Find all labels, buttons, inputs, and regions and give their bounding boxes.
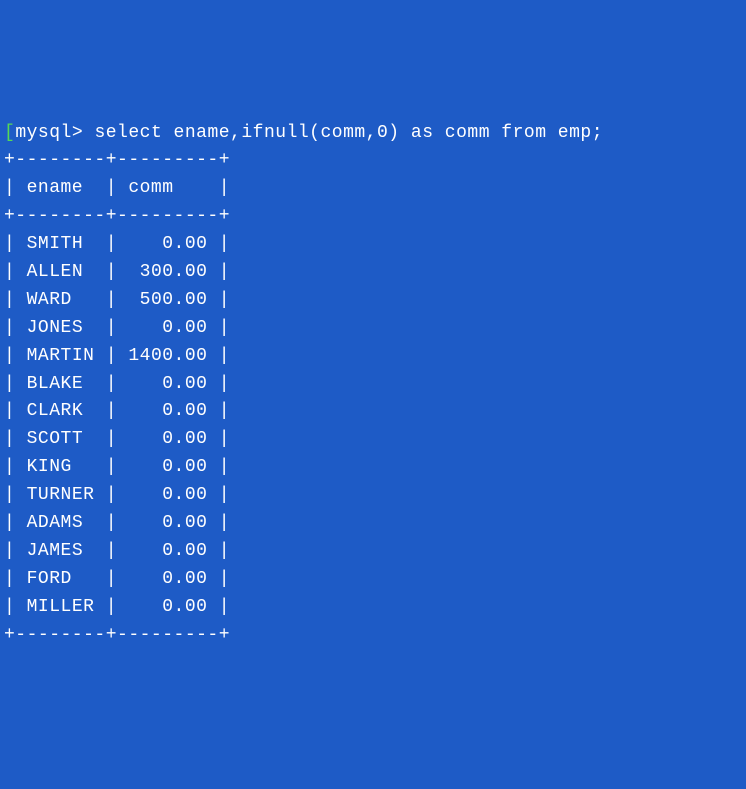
cell-comm: 0.00 [128, 513, 218, 533]
cell-ename: KING [27, 457, 106, 477]
cell-ename: WARD [27, 290, 106, 310]
pipe: | [219, 262, 230, 282]
cell-ename: BLAKE [27, 374, 106, 394]
pipe: | [106, 290, 129, 310]
pipe: | [4, 485, 27, 505]
pipe: | [4, 401, 27, 421]
table-row: | ADAMS | 0.00 | [4, 510, 742, 538]
pipe: | [219, 485, 230, 505]
pipe: | [4, 541, 27, 561]
cell-ename: ALLEN [27, 262, 106, 282]
pipe: | [4, 569, 27, 589]
terminal-output: [mysql> select ename,ifnull(comm,0) as c… [4, 120, 742, 650]
cell-ename: MARTIN [27, 346, 106, 366]
pipe: | [106, 346, 129, 366]
cell-comm: 0.00 [128, 597, 218, 617]
pipe: | [106, 401, 129, 421]
cell-comm: 0.00 [128, 429, 218, 449]
cell-comm: 1400.00 [128, 346, 218, 366]
pipe: | [219, 374, 230, 394]
table-row: | JAMES | 0.00 | [4, 538, 742, 566]
cell-ename: SMITH [27, 234, 106, 254]
cell-ename: SCOTT [27, 429, 106, 449]
table-row: | JONES | 0.00 | [4, 315, 742, 343]
table-row: | BLAKE | 0.00 | [4, 371, 742, 399]
table-divider: +--------+---------+ [4, 147, 742, 175]
pipe: | [219, 429, 230, 449]
pipe: | [106, 262, 129, 282]
pipe: | [106, 429, 129, 449]
table-row: | SMITH | 0.00 | [4, 231, 742, 259]
cell-comm: 0.00 [128, 318, 218, 338]
table-row: | MILLER | 0.00 | [4, 594, 742, 622]
pipe: | [106, 597, 129, 617]
cell-comm: 300.00 [128, 262, 218, 282]
cell-comm: 0.00 [128, 457, 218, 477]
table-divider: +--------+---------+ [4, 203, 742, 231]
pipe: | [219, 541, 230, 561]
pipe: | [219, 401, 230, 421]
sql-prompt-line: [mysql> select ename,ifnull(comm,0) as c… [4, 120, 742, 148]
pipe: | [106, 569, 129, 589]
table-row: | FORD | 0.00 | [4, 566, 742, 594]
table-row: | ALLEN | 300.00 | [4, 259, 742, 287]
pipe: | [4, 346, 27, 366]
cell-comm: 500.00 [128, 290, 218, 310]
pipe: | [219, 513, 230, 533]
table-row: | SCOTT | 0.00 | [4, 426, 742, 454]
pipe: | [4, 374, 27, 394]
cell-ename: JAMES [27, 541, 106, 561]
pipe: | [106, 374, 129, 394]
cell-comm: 0.00 [128, 541, 218, 561]
pipe: | [106, 457, 129, 477]
table-row: | MARTIN | 1400.00 | [4, 343, 742, 371]
cell-ename: ADAMS [27, 513, 106, 533]
pipe: | [4, 290, 27, 310]
pipe: | [219, 290, 230, 310]
pipe: | [219, 597, 230, 617]
cell-ename: CLARK [27, 401, 106, 421]
cell-ename: JONES [27, 318, 106, 338]
pipe: | [4, 318, 27, 338]
table-row: | WARD | 500.00 | [4, 287, 742, 315]
pipe: | [4, 457, 27, 477]
pipe: | [106, 541, 129, 561]
sql-query[interactable]: select ename,ifnull(comm,0) as comm from… [94, 123, 603, 143]
cell-comm: 0.00 [128, 234, 218, 254]
cell-ename: FORD [27, 569, 106, 589]
table-header-row: | ename | comm | [4, 175, 742, 203]
cell-comm: 0.00 [128, 569, 218, 589]
pipe: | [106, 234, 129, 254]
pipe: | [106, 513, 129, 533]
cell-ename: MILLER [27, 597, 106, 617]
table-divider: +--------+---------+ [4, 622, 742, 650]
prompt-bracket: [ [4, 123, 15, 143]
table-row: | TURNER | 0.00 | [4, 482, 742, 510]
pipe: | [106, 485, 129, 505]
pipe: | [219, 346, 230, 366]
cell-comm: 0.00 [128, 401, 218, 421]
cell-ename: TURNER [27, 485, 106, 505]
pipe: | [106, 318, 129, 338]
table-row: | CLARK | 0.00 | [4, 398, 742, 426]
pipe: | [4, 234, 27, 254]
pipe: | [4, 429, 27, 449]
pipe: | [219, 457, 230, 477]
cell-comm: 0.00 [128, 485, 218, 505]
pipe: | [219, 318, 230, 338]
prompt-shell: mysql> [15, 123, 94, 143]
pipe: | [219, 569, 230, 589]
pipe: | [4, 513, 27, 533]
pipe: | [4, 262, 27, 282]
cell-comm: 0.00 [128, 374, 218, 394]
table-row: | KING | 0.00 | [4, 454, 742, 482]
pipe: | [219, 234, 230, 254]
pipe: | [4, 597, 27, 617]
